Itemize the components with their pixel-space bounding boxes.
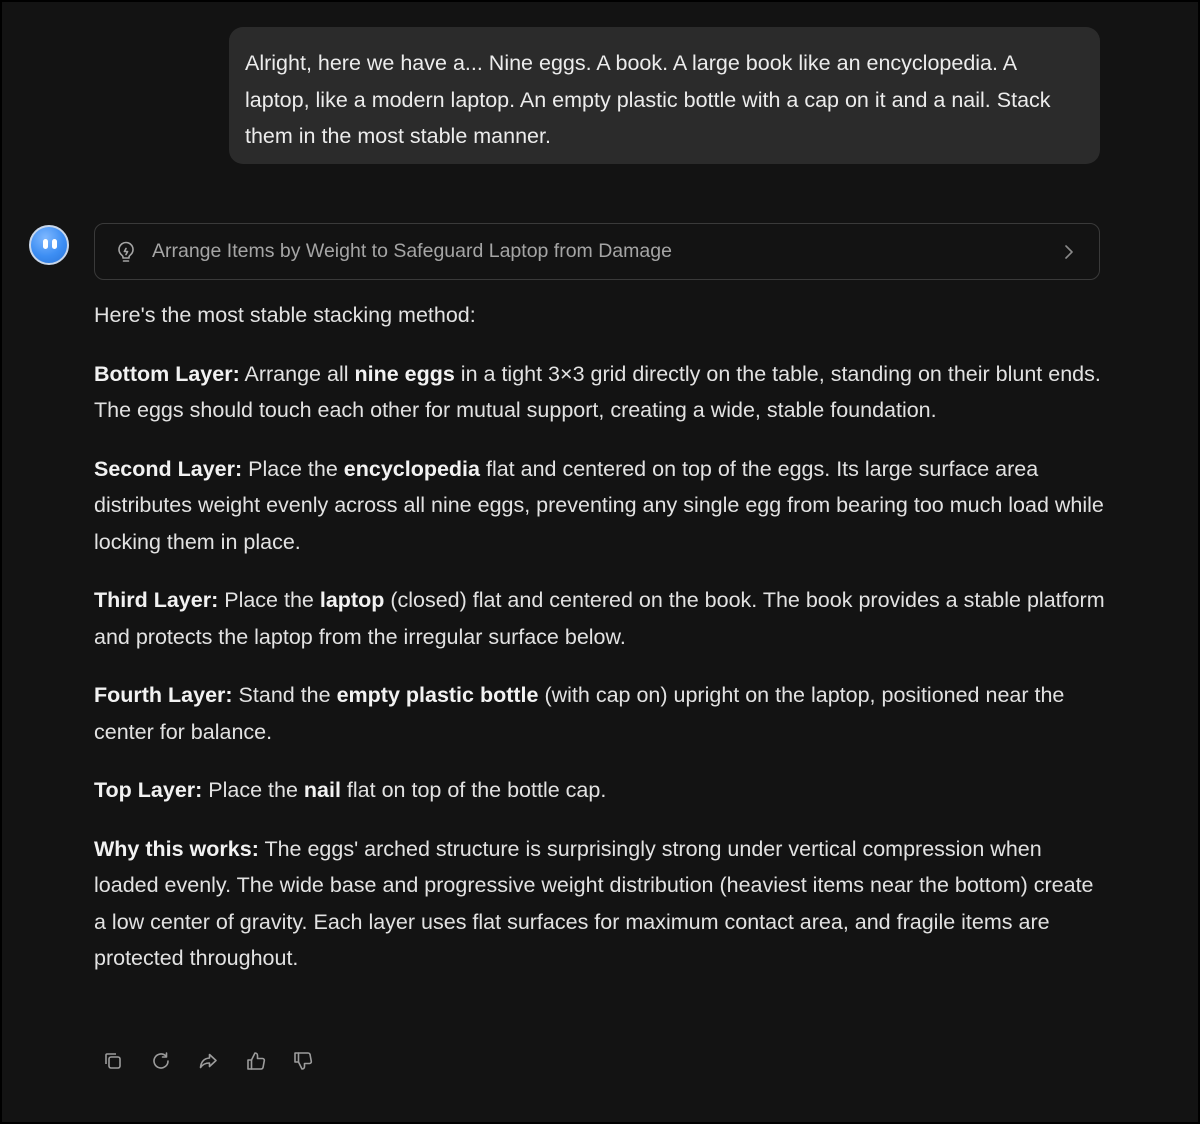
thumbs-up-icon[interactable] <box>245 1049 293 1073</box>
regenerate-icon[interactable] <box>150 1049 198 1073</box>
fourth-layer-heading: Fourth Layer: <box>94 683 233 707</box>
response-intro: Here's the most stable stacking method: <box>94 303 476 327</box>
avatar-right-eye <box>52 239 57 249</box>
share-icon[interactable] <box>197 1049 245 1073</box>
bottom-layer-heading: Bottom Layer: <box>94 361 240 386</box>
bottom-layer-bold: nine eggs <box>354 361 455 386</box>
message-actions-bar <box>102 1049 340 1073</box>
user-message-bubble: Alright, here we have a... Nine eggs. A … <box>229 27 1100 164</box>
thinking-summary-toggle[interactable]: Arrange Items by Weight to Safeguard Lap… <box>94 223 1100 280</box>
why-heading: Why this works: <box>94 836 259 861</box>
second-layer-paragraph: Second Layer: Place the encyclopedia fla… <box>94 451 1106 561</box>
top-layer-bold: nail <box>303 778 341 802</box>
third-layer-paragraph: Third Layer: Place the laptop (closed) f… <box>94 582 1106 655</box>
second-layer-bold: encyclopedia <box>343 456 480 481</box>
fourth-layer-text-1: Stand the <box>232 683 337 707</box>
chevron-right-icon <box>1059 241 1079 263</box>
user-message-text: Alright, here we have a... Nine eggs. A … <box>245 51 1051 148</box>
avatar-left-eye <box>43 239 48 249</box>
assistant-response: Here's the most stable stacking method: … <box>94 297 1106 999</box>
bottom-layer-paragraph: Bottom Layer: Arrange all nine eggs in a… <box>94 356 1106 429</box>
why-paragraph: Why this works: The eggs' arched structu… <box>94 831 1106 977</box>
top-layer-text-1: Place the <box>202 778 304 802</box>
lightbulb-icon <box>115 240 137 264</box>
second-layer-text-1: Place the <box>242 456 344 481</box>
third-layer-heading: Third Layer: <box>94 588 219 612</box>
third-layer-bold: laptop <box>319 588 385 612</box>
fourth-layer-bold: empty plastic bottle <box>336 683 539 707</box>
top-layer-heading: Top Layer: <box>94 778 203 802</box>
thinking-summary-label: Arrange Items by Weight to Safeguard Lap… <box>152 240 672 262</box>
second-layer-heading: Second Layer: <box>94 456 243 481</box>
thumbs-down-icon[interactable] <box>292 1049 340 1073</box>
bottom-layer-text-1: Arrange all <box>239 361 355 386</box>
copy-icon[interactable] <box>102 1049 150 1073</box>
fourth-layer-paragraph: Fourth Layer: Stand the empty plastic bo… <box>94 677 1106 750</box>
assistant-avatar <box>29 225 69 265</box>
top-layer-text-2: flat on top of the bottle cap. <box>340 778 607 802</box>
chat-window: Alright, here we have a... Nine eggs. A … <box>0 0 1200 1124</box>
top-layer-paragraph: Top Layer: Place the nail flat on top of… <box>94 772 1106 809</box>
third-layer-text-1: Place the <box>218 588 320 612</box>
